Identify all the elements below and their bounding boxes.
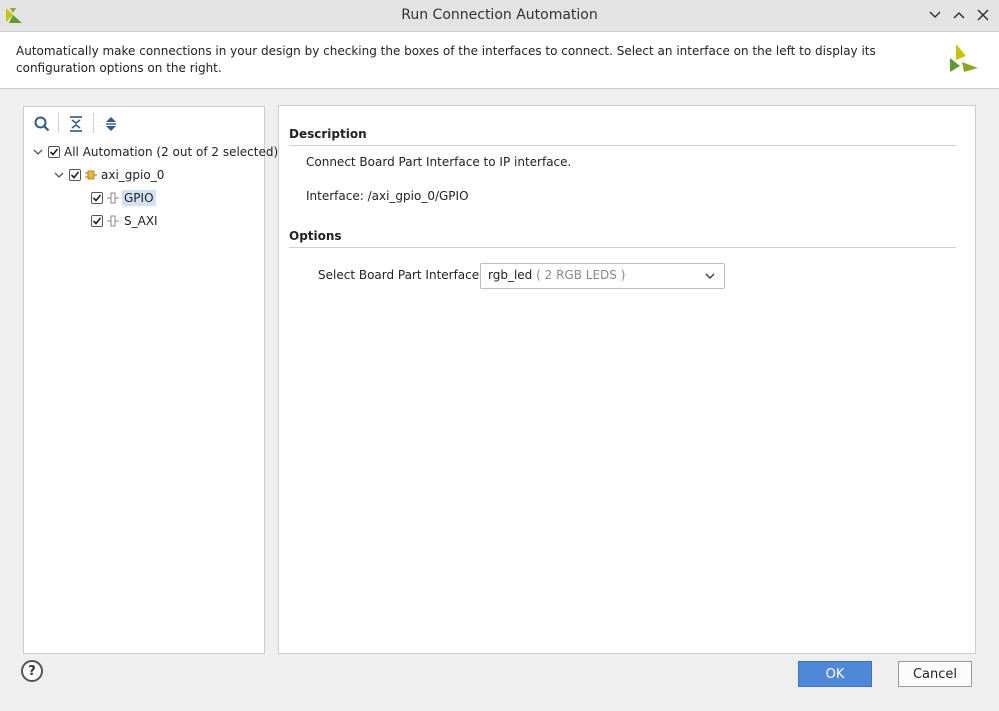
maximize-icon[interactable] (951, 7, 967, 23)
tree-item-label: S_AXI (124, 214, 158, 228)
info-banner: Automatically make connections in your d… (0, 32, 999, 89)
s-axi-checkbox[interactable] (91, 215, 103, 227)
description-heading: Description (289, 127, 367, 141)
tree-item-all-automation[interactable]: All Automation (2 out of 2 selected) (32, 142, 278, 162)
chevron-down-icon[interactable] (53, 169, 65, 181)
select-value-detail: ( 2 RGB LEDS ) (536, 268, 626, 282)
ok-button[interactable]: OK (798, 661, 872, 687)
window-title: Run Connection Automation (401, 7, 598, 23)
toolbar-separator (93, 113, 94, 133)
ip-block-icon (85, 170, 97, 180)
cancel-button[interactable]: Cancel (898, 661, 972, 687)
collapse-all-icon[interactable] (67, 115, 85, 133)
tree-toolbar (24, 107, 264, 139)
configuration-panel: Description Connect Board Part Interface… (278, 105, 976, 654)
tree-item-axi-gpio[interactable]: axi_gpio_0 (53, 165, 164, 185)
board-part-select-label: Select Board Part Interface (318, 268, 480, 282)
chevron-down-icon[interactable] (704, 270, 716, 282)
chevron-down-icon[interactable] (32, 146, 44, 158)
checkmark-icon (70, 171, 80, 179)
board-part-interface-select[interactable]: rgb_led ( 2 RGB LEDS ) (480, 263, 725, 289)
gpio-checkbox[interactable] (91, 192, 103, 204)
checkmark-icon (92, 194, 102, 202)
interface-pin-icon (107, 215, 119, 227)
title-bar: Run Connection Automation (0, 0, 999, 32)
close-icon[interactable] (975, 7, 991, 23)
interface-path-text: Interface: /axi_gpio_0/GPIO (306, 189, 469, 203)
tree-item-gpio[interactable]: GPIO (91, 188, 156, 208)
search-icon[interactable] (33, 115, 51, 133)
info-description: Automatically make connections in your d… (16, 44, 876, 75)
expand-all-icon[interactable] (102, 115, 120, 133)
checkmark-icon (92, 217, 102, 225)
automation-tree-panel: All Automation (2 out of 2 selected) axi… (23, 106, 278, 654)
tree-item-label: All Automation (2 out of 2 selected) (64, 145, 279, 159)
all-automation-checkbox[interactable] (48, 146, 60, 158)
minimize-icon[interactable] (927, 7, 943, 23)
checkmark-icon (49, 148, 59, 156)
tree-item-s-axi[interactable]: S_AXI (91, 211, 158, 231)
section-divider (289, 145, 956, 146)
description-text: Connect Board Part Interface to IP inter… (306, 155, 572, 169)
help-button[interactable]: ? (21, 660, 43, 682)
select-value: rgb_led ( 2 RGB LEDS ) (488, 268, 626, 282)
interface-pin-icon (107, 192, 119, 204)
section-divider (289, 247, 956, 248)
tree-item-label: GPIO (122, 190, 156, 206)
options-heading: Options (289, 229, 342, 243)
tree-item-label: axi_gpio_0 (101, 168, 165, 182)
axi-gpio-checkbox[interactable] (69, 169, 81, 181)
toolbar-separator (58, 113, 59, 133)
xilinx-logo-icon (950, 44, 978, 72)
